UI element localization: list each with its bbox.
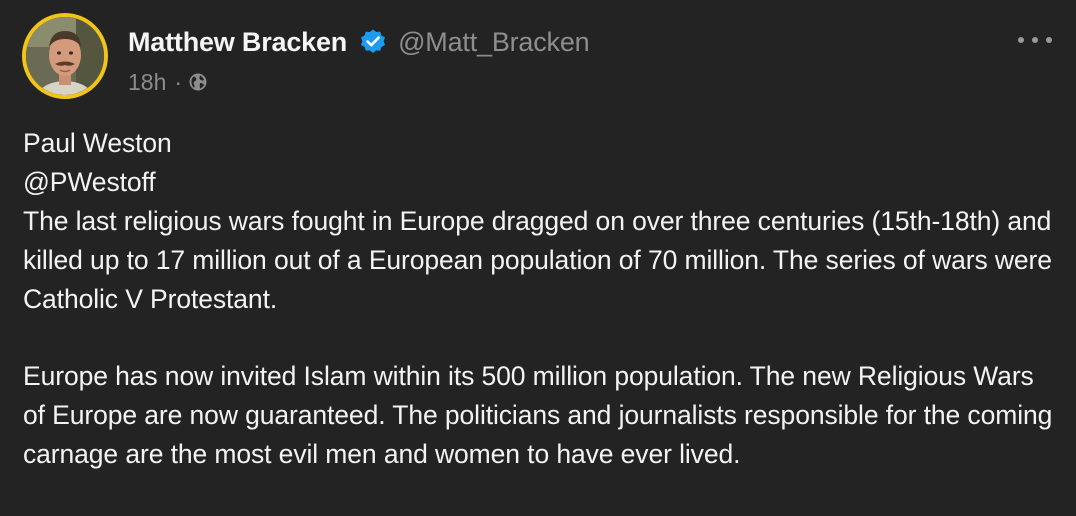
post-meta: 18h · — [128, 68, 208, 96]
post-timestamp[interactable]: 18h — [128, 69, 166, 96]
more-dot-icon — [1046, 37, 1052, 43]
quoted-author-handle[interactable]: @PWestoff — [23, 163, 1053, 202]
quoted-author-name: Paul Weston — [23, 128, 172, 158]
meta-separator: · — [174, 68, 183, 95]
verified-badge-icon — [359, 28, 387, 56]
globe-icon — [188, 72, 208, 92]
post-paragraph-1: The last religious wars fought in Europe… — [23, 206, 1052, 314]
post-card: Matthew Bracken @Matt_Bracken 18h · Paul… — [0, 0, 1076, 516]
post-header: Matthew Bracken @Matt_Bracken — [128, 24, 590, 60]
author-handle[interactable]: @Matt_Bracken — [398, 27, 590, 58]
post-body: Paul Weston @PWestoff The last religious… — [23, 124, 1053, 474]
more-dot-icon — [1032, 37, 1038, 43]
more-dot-icon — [1018, 37, 1024, 43]
post-paragraph-2: Europe has now invited Islam within its … — [23, 361, 1053, 469]
author-display-name[interactable]: Matthew Bracken — [128, 27, 347, 58]
more-options-icon[interactable] — [1018, 30, 1052, 50]
avatar-photo — [26, 17, 104, 95]
author-avatar[interactable] — [22, 13, 108, 99]
